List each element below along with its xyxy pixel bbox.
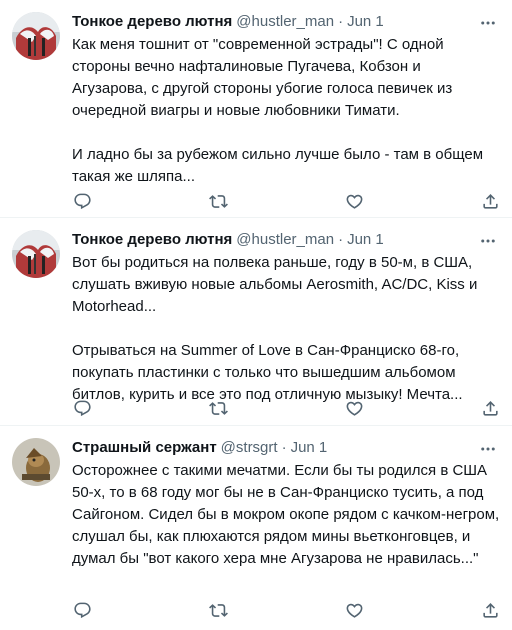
tweet-date[interactable]: Jun 1: [347, 230, 384, 250]
tweet-date[interactable]: Jun 1: [291, 438, 328, 458]
share-icon[interactable]: [480, 191, 500, 211]
like-icon[interactable]: [344, 398, 364, 418]
avatar[interactable]: [12, 230, 60, 278]
tweet-paragraph: Осторожнее с такими мечатми. Если бы ты …: [72, 462, 500, 567]
avatar[interactable]: [12, 438, 60, 486]
tweet-paragraph: Как меня тошнит от "современной эстрады"…: [72, 36, 453, 119]
reply-icon[interactable]: [72, 398, 92, 418]
more-dots-icon[interactable]: [478, 13, 498, 33]
tweet[interactable]: Тонкое дерево лютня @hustler_man · Jun 1…: [0, 0, 512, 218]
tweet[interactable]: Страшный сержант @strsgrt · Jun 1 Осторо…: [0, 426, 512, 629]
tweet-header: Страшный сержант @strsgrt · Jun 1: [72, 438, 500, 458]
tweet-actions: [72, 600, 500, 620]
avatar[interactable]: [12, 12, 60, 60]
reply-icon[interactable]: [72, 191, 92, 211]
display-name[interactable]: Страшный сержант: [72, 438, 217, 458]
retweet-icon[interactable]: [208, 191, 228, 211]
display-name[interactable]: Тонкое дерево лютня: [72, 12, 232, 32]
reply-icon[interactable]: [72, 600, 92, 620]
user-handle[interactable]: @hustler_man: [236, 12, 334, 32]
separator-dot: ·: [281, 439, 287, 456]
tweet-actions: [72, 191, 500, 211]
tweet-text: Осторожнее с такими мечатми. Если бы ты …: [72, 460, 500, 570]
tweet-header: Тонкое дерево лютня @hustler_man · Jun 1: [72, 12, 500, 32]
tweet-text: Вот бы родиться на полвека раньше, году …: [72, 252, 500, 406]
tweet-paragraph: И ладно бы за рубежом сильно лучше было …: [72, 146, 484, 185]
tweet-text: Как меня тошнит от "современной эстрады"…: [72, 34, 500, 188]
tweet-thread: Тонкое дерево лютня @hustler_man · Jun 1…: [0, 0, 512, 629]
share-icon[interactable]: [480, 600, 500, 620]
user-handle[interactable]: @hustler_man: [236, 230, 334, 250]
display-name[interactable]: Тонкое дерево лютня: [72, 230, 232, 250]
tweet-date[interactable]: Jun 1: [347, 12, 384, 32]
retweet-icon[interactable]: [208, 600, 228, 620]
separator-dot: ·: [338, 231, 344, 248]
retweet-icon[interactable]: [208, 398, 228, 418]
tweet-header: Тонкое дерево лютня @hustler_man · Jun 1: [72, 230, 500, 250]
tweet-actions: [72, 398, 500, 418]
separator-dot: ·: [338, 13, 344, 30]
user-handle[interactable]: @strsgrt: [221, 438, 278, 458]
share-icon[interactable]: [480, 398, 500, 418]
more-dots-icon[interactable]: [478, 231, 498, 251]
tweet-paragraph: Вот бы родиться на полвека раньше, году …: [72, 254, 478, 315]
tweet-paragraph: Отрываться на Summer of Love в Сан-Франц…: [72, 342, 463, 403]
like-icon[interactable]: [344, 600, 364, 620]
tweet[interactable]: Тонкое дерево лютня @hustler_man · Jun 1…: [0, 218, 512, 426]
more-dots-icon[interactable]: [478, 439, 498, 459]
like-icon[interactable]: [344, 191, 364, 211]
